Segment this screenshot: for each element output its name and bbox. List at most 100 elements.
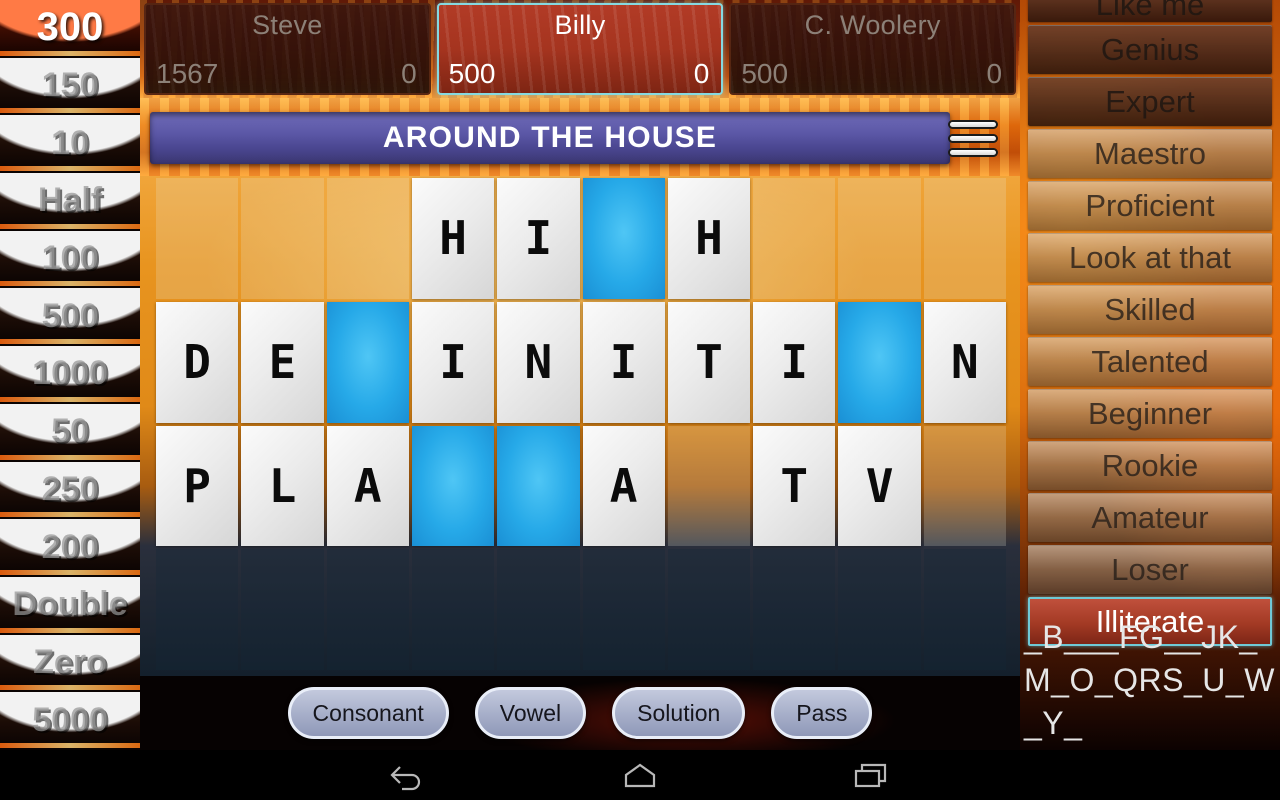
wheel-segment-value: 50	[51, 412, 89, 451]
rank-label: Maestro	[1094, 136, 1206, 171]
puzzle-tile: H	[411, 178, 495, 299]
hamburger-menu-icon[interactable]	[948, 114, 998, 162]
rank-item: Rookie	[1028, 441, 1272, 490]
puzzle-tile-letter: L	[268, 458, 297, 513]
puzzle-tile: A	[326, 425, 409, 547]
puzzle-tile: H	[667, 178, 751, 299]
puzzle-tile: D	[156, 301, 239, 423]
puzzle-tile-letter: V	[865, 458, 894, 513]
puzzle-tile-letter: H	[695, 211, 723, 266]
rank-label: Look at that	[1068, 240, 1231, 275]
puzzle-tile	[326, 301, 409, 423]
puzzle-tile: N	[923, 301, 1006, 423]
player-panel[interactable]: Steve 1567 0	[144, 3, 431, 95]
home-icon[interactable]	[617, 758, 663, 792]
puzzle-tile: N	[497, 301, 580, 423]
recents-icon[interactable]	[848, 758, 894, 792]
menu-bar-3	[948, 147, 998, 157]
player-panel[interactable]: C. Woolery 500 0	[729, 3, 1017, 95]
wheel-segment-value: 5000	[32, 700, 108, 739]
wheel-segment[interactable]: 300	[0, 0, 140, 58]
wheel-segment[interactable]: 10	[0, 115, 140, 174]
vowel-button[interactable]: Vowel	[474, 687, 587, 739]
wheel-segment[interactable]: 500	[0, 288, 140, 347]
rank-label: Rookie	[1101, 448, 1199, 483]
puzzle-tile	[326, 549, 409, 670]
rank-item: Amateur	[1028, 493, 1272, 542]
player-total-score: 500	[448, 58, 496, 89]
wheel-segment-value: 10	[51, 123, 89, 162]
puzzle-tile	[753, 549, 836, 670]
wheel-segment[interactable]: 100	[0, 230, 140, 289]
puzzle-tile	[156, 178, 239, 299]
wheel-segment-value: Double	[12, 585, 128, 624]
rank-item: Like me	[1028, 0, 1272, 22]
wheel-values-strip[interactable]: 300 150 10 Half 100 500 1000 50 250 200 Double Zero…	[0, 0, 140, 750]
wheel-segment[interactable]: Zero	[0, 634, 140, 693]
action-button-label: Solution	[637, 699, 721, 726]
solution-button[interactable]: Solution	[612, 687, 746, 739]
puzzle-board-area: H I H D E I N I T I N P L A A T V	[140, 176, 1020, 676]
rank-item: Proficient	[1028, 181, 1272, 230]
puzzle-tile	[838, 178, 921, 299]
wheel-segment[interactable]: 200	[0, 519, 140, 577]
rank-item: Talented	[1028, 337, 1272, 386]
puzzle-tile-letter: P	[183, 458, 211, 513]
rank-item: Genius	[1028, 25, 1272, 74]
player-name: Steve	[252, 10, 323, 40]
puzzle-tile-letter: E	[268, 335, 297, 390]
rank-item: Maestro	[1028, 129, 1272, 178]
wheel-segment-value: 250	[41, 469, 99, 508]
pass-button[interactable]: Pass	[771, 687, 873, 739]
rank-item: Skilled	[1028, 285, 1272, 334]
player-round-score: 0	[401, 58, 417, 89]
rank-item: Beginner	[1028, 389, 1272, 438]
player-name: Billy	[554, 10, 606, 40]
puzzle-tile: T	[667, 301, 751, 423]
wheel-segment[interactable]: 5000	[0, 692, 140, 750]
puzzle-tile	[497, 549, 580, 670]
puzzle-tile: I	[582, 301, 665, 423]
wheel-segment[interactable]: Half	[0, 173, 140, 231]
puzzle-tile	[241, 549, 324, 670]
rank-item: Look at that	[1028, 233, 1272, 282]
puzzle-tile: I	[753, 301, 836, 423]
game-center-panel: AROUND THE HOUSE H I H D E I N I T I N P L A A T V Conso…	[140, 98, 1020, 750]
action-button-label: Consonant	[312, 699, 424, 726]
puzzle-tile	[241, 178, 324, 299]
back-icon[interactable]	[386, 758, 432, 792]
player-panel[interactable]: Billy 500 0	[436, 3, 724, 95]
puzzle-tile	[582, 178, 665, 299]
puzzle-tile-letter: A	[353, 458, 382, 513]
wheel-segment[interactable]: 1000	[0, 346, 140, 404]
puzzle-tile: I	[411, 301, 495, 423]
rank-label: Amateur	[1091, 500, 1209, 535]
puzzle-tile	[582, 549, 665, 670]
wheel-segment-value: 200	[41, 527, 99, 566]
player-total-score: 500	[741, 58, 789, 89]
category-banner: AROUND THE HOUSE	[150, 112, 950, 164]
wheel-segment-value: Zero	[33, 642, 107, 681]
puzzle-tile	[326, 178, 409, 299]
consonant-button[interactable]: Consonant	[287, 687, 449, 739]
puzzle-tile: E	[241, 301, 324, 423]
player-round-score: 0	[693, 58, 710, 89]
wheel-segment-value: 100	[41, 239, 99, 278]
wheel-segment[interactable]: 150	[0, 57, 140, 116]
rank-label: Loser	[1111, 552, 1189, 587]
action-button-label: Pass	[796, 699, 848, 726]
wheel-segment[interactable]: Double	[0, 576, 140, 635]
wheel-segment-value: 150	[41, 66, 99, 105]
player-total-score: 1567	[156, 58, 219, 89]
wheel-segment[interactable]: 50	[0, 403, 140, 462]
puzzle-tile: L	[241, 425, 324, 547]
puzzle-tile-letter: N	[524, 335, 553, 390]
puzzle-tile: A	[582, 425, 665, 547]
puzzle-tile: V	[838, 425, 921, 547]
puzzle-tile-letter: H	[439, 211, 467, 266]
rank-label: Genius	[1100, 32, 1200, 67]
wheel-segment[interactable]: 250	[0, 461, 140, 520]
wheel-segment-value: 1000	[32, 354, 108, 393]
puzzle-tile: T	[753, 425, 836, 547]
game-screen: Steve 1567 0 Billy 500 0 C. Woolery 500 0 300 150…	[0, 0, 1280, 800]
